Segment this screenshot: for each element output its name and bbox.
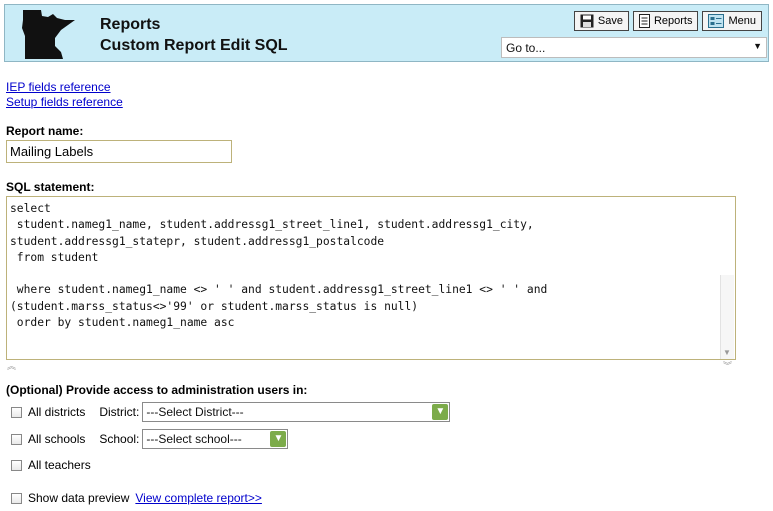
chevron-down-icon[interactable]: ▼ (270, 431, 287, 447)
preview-row: Show data preview View complete report>> (11, 491, 262, 505)
all-teachers-checkbox[interactable] (11, 459, 22, 471)
district-row: All districts District: ---Select Distri… (11, 402, 451, 422)
chevron-down-icon: ▼ (753, 41, 762, 51)
page-title: Reports (100, 16, 161, 33)
school-label: School: (99, 432, 140, 446)
save-button[interactable]: Save (573, 11, 629, 31)
menu-grid-icon (708, 14, 725, 28)
save-button-label: Save (597, 15, 623, 27)
report-name-input[interactable] (6, 140, 232, 163)
all-districts-label: All districts (28, 405, 86, 419)
toolbar: Save Reports Menu (573, 11, 762, 31)
menu-button[interactable]: Menu (702, 11, 762, 31)
chevron-down-icon[interactable]: ▼ (432, 404, 449, 420)
reports-button[interactable]: Reports (632, 11, 699, 31)
setup-fields-reference-link[interactable]: Setup fields reference (6, 95, 123, 109)
district-label: District: (99, 405, 140, 419)
page-header: Reports Custom Report Edit SQL Save Repo… (4, 4, 769, 62)
expand-down-icon[interactable]: ︾ (723, 359, 732, 372)
teachers-row: All teachers (11, 458, 91, 472)
show-data-preview-label: Show data preview (28, 491, 130, 505)
floppy-disk-icon (580, 14, 594, 28)
all-schools-checkbox[interactable] (11, 433, 22, 445)
district-select[interactable]: ---Select District--- ▼ (142, 402, 451, 422)
minnesota-state-icon (22, 10, 75, 59)
sql-statement-textarea[interactable]: select student.nameg1_name, student.addr… (6, 196, 736, 360)
school-select[interactable]: ---Select school--- ▼ (142, 429, 289, 449)
menu-button-label: Menu (728, 15, 756, 27)
goto-select-value: Go to... (506, 41, 546, 55)
school-select-value: ---Select school--- (146, 432, 242, 446)
view-complete-report-link[interactable]: View complete report>> (135, 491, 262, 505)
show-data-preview-checkbox[interactable] (11, 492, 22, 504)
document-list-icon (638, 14, 650, 28)
report-name-label: Report name: (6, 124, 84, 138)
goto-select[interactable]: Go to... ▼ (501, 37, 767, 58)
sql-statement-label: SQL statement: (6, 180, 95, 194)
school-row: All schools School: ---Select school--- … (11, 429, 289, 449)
sql-scrollbar[interactable]: ▼ (720, 275, 734, 359)
iep-fields-reference-link[interactable]: IEP fields reference (6, 80, 111, 94)
all-teachers-label: All teachers (28, 458, 91, 472)
scroll-down-icon[interactable]: ▼ (722, 348, 732, 358)
sql-statement-text: select student.nameg1_name, student.addr… (10, 202, 548, 330)
collapse-up-icon[interactable]: ︽ (7, 359, 16, 372)
district-select-value: ---Select District--- (146, 405, 244, 419)
page-subtitle: Custom Report Edit SQL (100, 37, 288, 54)
all-schools-label: All schools (28, 432, 86, 446)
access-section-label: (Optional) Provide access to administrat… (6, 383, 308, 397)
reports-button-label: Reports (653, 15, 693, 27)
all-districts-checkbox[interactable] (11, 406, 22, 418)
